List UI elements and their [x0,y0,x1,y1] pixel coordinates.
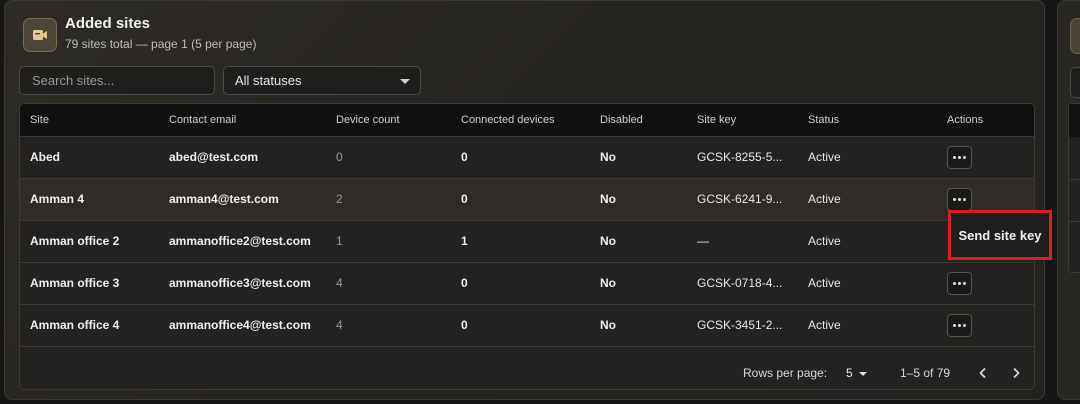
column-header-actions: Actions [947,114,984,126]
disabled-value: No [600,318,616,332]
table-row-divider [1069,179,1080,180]
table-row[interactable]: Amman office 3 ammanoffice3@test.com 4 0… [20,263,1034,305]
table-header: Site Contact email Device count Connecte… [20,104,1034,137]
column-header-disabled: Disabled [600,114,643,126]
more-horizontal-icon [953,198,966,201]
site-key: GCSK-6241-9... [697,192,783,206]
chevron-down-icon [400,79,410,84]
connected-devices: 0 [461,276,468,290]
column-header-site: Site [30,114,49,126]
connected-devices: 0 [461,150,468,164]
more-horizontal-icon [953,282,966,285]
contact-email: abed@test.com [169,150,259,164]
connected-devices: 0 [461,192,468,206]
search-input[interactable] [19,66,215,95]
status-value: Active [808,318,841,332]
page-subtitle: 79 sites total — page 1 (5 per page) [65,37,257,51]
column-header-device-count: Device count [336,114,400,126]
contact-email: ammanoffice4@test.com [169,318,311,332]
device-count: 0 [336,150,343,164]
site-name: Amman office 4 [30,318,120,332]
site-key: GCSK-3451-2... [697,318,783,332]
status-filter-value: All statuses [235,73,302,88]
contact-email: ammanoffice2@test.com [169,234,311,248]
send-site-key-menu-item[interactable]: Send site key [948,210,1052,260]
column-header-contact-email: Contact email [169,114,237,126]
contact-email: ammanoffice3@test.com [169,276,311,290]
status-value: Active [808,234,841,248]
device-count: 2 [336,192,343,206]
status-value: Active [808,150,841,164]
site-name: Amman office 3 [30,276,120,290]
connected-devices: 1 [461,234,468,248]
previous-page-button[interactable] [972,362,994,384]
site-name: Amman office 2 [30,234,120,248]
more-horizontal-icon [953,324,966,327]
table-pagination: Rows per page: 5 1–5 of 79 [20,356,1034,389]
panel-icon [1070,18,1080,54]
next-page-button[interactable] [1005,362,1027,384]
table-row[interactable]: Abed abed@test.com 0 0 No GCSK-8255-5...… [20,137,1034,179]
site-key: — [697,234,709,248]
device-count: 4 [336,318,343,332]
site-key: GCSK-0718-4... [697,276,783,290]
secondary-search-input[interactable] [1070,67,1080,98]
device-count: 1 [336,234,343,248]
status-value: Active [808,276,841,290]
video-camera-icon [23,18,57,52]
secondary-panel [1057,0,1080,400]
secondary-table [1068,103,1080,273]
table-row-divider [1069,221,1080,222]
chevron-right-icon [1013,367,1020,379]
pagination-range: 1–5 of 79 [900,366,951,380]
chevron-left-icon [979,367,986,379]
column-header-site-key: Site key [697,114,737,126]
disabled-value: No [600,234,616,248]
contact-email: amman4@test.com [169,192,279,206]
added-sites-panel: Added sites 79 sites total — page 1 (5 p… [4,0,1045,400]
site-key: GCSK-8255-5... [697,150,783,164]
column-header-status: Status [808,114,840,126]
table-row[interactable]: Amman office 2 ammanoffice2@test.com 1 1… [20,221,1034,263]
connected-devices: 0 [461,318,468,332]
secondary-table-header [1069,104,1080,137]
rows-per-page-label: Rows per page: [743,366,828,380]
disabled-value: No [600,276,616,290]
row-actions-button[interactable] [947,314,972,337]
table-row[interactable]: Amman office 4 ammanoffice4@test.com 4 0… [20,305,1034,347]
more-horizontal-icon [953,156,966,159]
row-actions-button[interactable] [947,272,972,295]
status-filter-select[interactable]: All statuses [223,66,421,95]
rows-per-page-value: 5 [846,366,853,380]
rows-per-page-select[interactable]: 5 [846,366,867,380]
disabled-value: No [600,150,616,164]
page-title: Added sites [65,15,151,32]
column-header-connected-devices: Connected devices [461,114,555,126]
row-actions-button[interactable] [947,188,972,211]
disabled-value: No [600,192,616,206]
status-value: Active [808,192,841,206]
device-count: 4 [336,276,343,290]
table-row[interactable]: Amman 4 amman4@test.com 2 0 No GCSK-6241… [20,179,1034,221]
caret-down-icon [858,371,867,376]
site-name: Amman 4 [30,192,85,206]
site-name: Abed [30,150,60,164]
sites-table: Site Contact email Device count Connecte… [19,103,1035,390]
row-actions-button[interactable] [947,146,972,169]
